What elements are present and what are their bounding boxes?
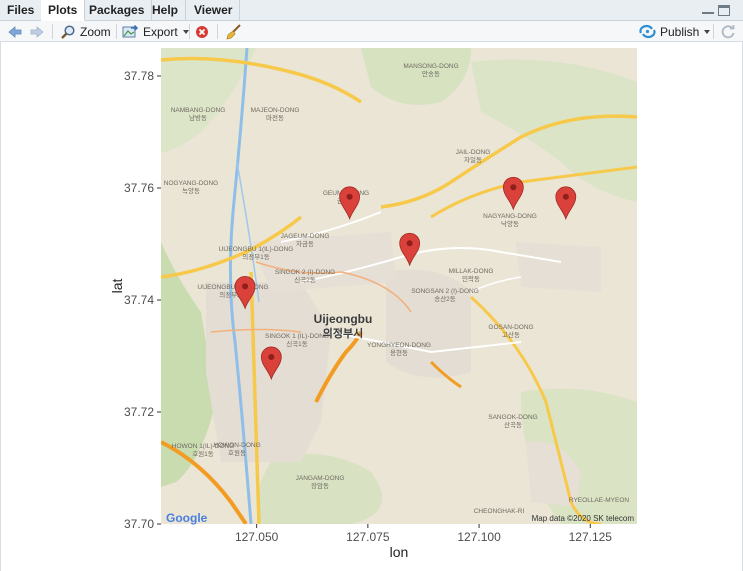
minimize-icon[interactable] bbox=[702, 5, 714, 14]
place-label: GOSAN-DONG bbox=[488, 324, 533, 331]
place-label-ko: 남방동 bbox=[189, 113, 207, 122]
google-logo: Google bbox=[166, 511, 208, 525]
place-label: YONGHYEON-DONG bbox=[367, 342, 431, 349]
place-label: JANGAM-DONG bbox=[296, 475, 345, 482]
y-tick-label: 37.74 bbox=[124, 293, 154, 307]
y-axis-title: lat bbox=[109, 279, 125, 294]
place-label-ko: 고산동 bbox=[502, 330, 520, 339]
place-label-ko: 장암동 bbox=[311, 481, 329, 490]
chevron-down-icon bbox=[704, 29, 711, 34]
y-tick-label: 37.70 bbox=[124, 517, 154, 531]
magnifier-icon bbox=[61, 24, 75, 39]
place-label: SONGSAN 2 (I)-DONG bbox=[411, 288, 479, 295]
place-label-ko: 호원동 bbox=[228, 448, 246, 457]
place-label: NAMBANG-DONG bbox=[171, 107, 226, 114]
place-label: NOGYANG-DONG bbox=[164, 180, 218, 187]
y-tick-label: 37.72 bbox=[124, 405, 154, 419]
zoom-label: Zoom bbox=[80, 24, 111, 39]
clear-all-button[interactable] bbox=[225, 21, 243, 42]
arrow-left-icon bbox=[8, 25, 22, 38]
city-label-ko: 의정부시 bbox=[323, 326, 363, 340]
toolbar-separator bbox=[116, 24, 117, 39]
place-label-ko: 송산2동 bbox=[434, 294, 456, 303]
export-button[interactable]: Export bbox=[122, 21, 189, 42]
place-label-ko: 호원1동 bbox=[192, 449, 214, 458]
place-label: JAIL-DONG bbox=[456, 149, 491, 156]
refresh-icon bbox=[721, 25, 735, 39]
toolbar-separator bbox=[189, 24, 190, 39]
toolbar-separator bbox=[52, 24, 53, 39]
place-label: UIJEONGBU 2(I)-DONG bbox=[197, 284, 268, 291]
x-tick-label: 127.075 bbox=[346, 530, 390, 544]
city-label: Uijeongbu bbox=[314, 312, 373, 326]
place-label-ko: 의정부1동 bbox=[242, 252, 270, 261]
export-image-icon bbox=[122, 24, 139, 38]
remove-icon bbox=[196, 25, 208, 38]
map-plot: MANSONG-DONG만송동 NAMBANG-DONG남방동 MAJEON-DON… bbox=[109, 48, 637, 560]
toolbar-separator bbox=[713, 24, 714, 39]
place-label-ko: 산곡동 bbox=[504, 420, 522, 429]
maximize-icon[interactable] bbox=[718, 5, 730, 16]
place-label: SINGOK 1 (IL)-DONG bbox=[265, 333, 329, 340]
zoom-button[interactable]: Zoom bbox=[60, 21, 111, 42]
arrow-right-icon bbox=[30, 25, 44, 38]
place-label: MAJEON-DONG bbox=[251, 107, 300, 114]
x-tick-label: 127.125 bbox=[569, 530, 613, 544]
place-label-ko: 녹양동 bbox=[182, 187, 200, 195]
place-label: MILLAK-DONG bbox=[449, 268, 494, 275]
x-axis-title: lon bbox=[390, 544, 409, 560]
remove-plot-button[interactable] bbox=[195, 21, 209, 42]
place-label: RYEOLLAE-MYEON bbox=[569, 497, 630, 504]
place-label-ko: 만송동 bbox=[422, 69, 440, 78]
toolbar-separator bbox=[217, 24, 218, 39]
pane-tabbar: Files Plots Packages Help Viewer bbox=[0, 0, 743, 21]
place-label-ko: 용현동 bbox=[390, 349, 408, 357]
tab-viewer[interactable]: Viewer bbox=[187, 0, 241, 21]
place-label-ko: 신곡1동 bbox=[286, 339, 308, 348]
place-label-ko: 자금동 bbox=[296, 239, 314, 248]
back-button[interactable] bbox=[7, 21, 23, 42]
place-label-ko: 민락동 bbox=[462, 274, 480, 283]
plot-viewer: MANSONG-DONG 만송동 NAMBANG-DONG 남방동 MAJEON-DON… bbox=[0, 42, 743, 571]
plots-toolbar: Zoom Export Publish bbox=[0, 21, 743, 42]
place-label: CHEONGHAK-RI bbox=[474, 508, 525, 515]
export-label: Export bbox=[143, 24, 178, 39]
y-tick-label: 37.76 bbox=[124, 181, 154, 195]
broom-icon bbox=[226, 23, 241, 40]
map-attribution: Map data ©2020 SK telecom bbox=[532, 514, 635, 523]
refresh-button[interactable] bbox=[720, 21, 736, 42]
publish-button[interactable]: Publish bbox=[639, 21, 711, 42]
x-tick-label: 127.100 bbox=[457, 530, 501, 544]
tab-plots[interactable]: Plots bbox=[41, 0, 86, 21]
publish-icon bbox=[639, 24, 656, 39]
y-tick-label: 37.78 bbox=[124, 69, 154, 83]
forward-button[interactable] bbox=[29, 21, 45, 42]
place-label-ko: 자일동 bbox=[464, 155, 482, 164]
place-label: SINGOK 2 (I)-DONG bbox=[275, 269, 335, 276]
place-label: MANSONG-DONG bbox=[403, 63, 458, 70]
place-label: SANGOK-DONG bbox=[488, 414, 537, 421]
place-label: HOWON-DONG bbox=[213, 442, 260, 449]
place-label-ko: 낙양동 bbox=[501, 219, 519, 228]
chevron-down-icon bbox=[182, 29, 189, 34]
place-label: UIJEONGBU 1(IL)-DONG bbox=[219, 246, 294, 253]
place-label: NAGYANG-DONG bbox=[483, 213, 537, 220]
place-label-ko: 마전동 bbox=[266, 113, 284, 122]
x-tick-label: 127.050 bbox=[235, 530, 279, 544]
place-label: JAGEUM-DONG bbox=[281, 233, 330, 240]
publish-label: Publish bbox=[660, 24, 700, 39]
tab-packages[interactable]: Packages bbox=[82, 0, 153, 21]
tab-help[interactable]: Help bbox=[145, 0, 187, 21]
place-label-ko: 신곡2동 bbox=[294, 275, 316, 284]
tab-files[interactable]: Files bbox=[0, 0, 43, 21]
